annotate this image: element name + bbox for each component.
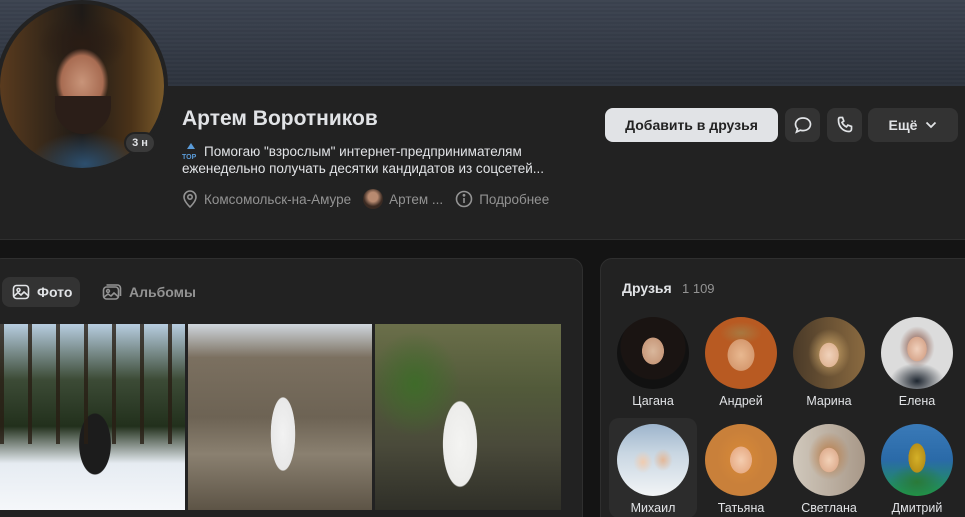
top-arrow-icon: TOP bbox=[182, 143, 200, 161]
online-badge: 3 н bbox=[124, 132, 156, 154]
friend-item[interactable]: Цагана bbox=[609, 317, 697, 417]
photo-detail bbox=[0, 324, 185, 444]
friend-avatar bbox=[617, 424, 689, 496]
status-line-1: Помогаю "взрослым" интернет-предпринимат… bbox=[204, 144, 522, 159]
friend-item[interactable]: Елена bbox=[873, 317, 961, 417]
phone-icon bbox=[837, 116, 852, 133]
friends-title[interactable]: Друзья bbox=[622, 280, 672, 296]
friend-item[interactable]: Татьяна bbox=[697, 424, 785, 517]
friend-avatar bbox=[705, 424, 777, 496]
linked-profile-item[interactable]: Артем ... bbox=[363, 189, 443, 209]
location-pin-icon bbox=[183, 190, 197, 208]
friend-item[interactable]: Дмитрий bbox=[873, 424, 961, 517]
friend-name: Елена bbox=[898, 394, 936, 408]
profile-meta: Комсомольск-на-Амуре Артем ... Подробнее bbox=[182, 189, 561, 209]
friends-count: 1 109 bbox=[682, 281, 715, 296]
tab-albums-label: Альбомы bbox=[129, 284, 196, 300]
more-info-text: Подробнее bbox=[479, 191, 550, 207]
status-line-2: еженедельно получать десятки кандидатов … bbox=[182, 161, 545, 176]
info-icon bbox=[455, 190, 473, 208]
friend-name: Светлана bbox=[801, 501, 857, 515]
friend-name: Андрей bbox=[719, 394, 763, 408]
profile-status: TOP Помогаю "взрослым" интернет-предприн… bbox=[182, 143, 582, 177]
friend-avatar bbox=[881, 317, 953, 389]
location-item[interactable]: Комсомольск-на-Амуре bbox=[182, 190, 351, 208]
friend-name: Цагана bbox=[632, 394, 674, 408]
albums-icon bbox=[102, 284, 122, 300]
avatar-detail bbox=[55, 96, 111, 134]
photo-icon bbox=[12, 284, 30, 300]
message-button[interactable] bbox=[785, 108, 820, 142]
tab-albums[interactable]: Альбомы bbox=[92, 277, 204, 307]
friend-avatar bbox=[793, 424, 865, 496]
friend-item[interactable]: Светлана bbox=[785, 424, 873, 517]
linked-avatar bbox=[363, 189, 384, 209]
friend-item[interactable]: Марина bbox=[785, 317, 873, 417]
photo-thumbnail[interactable] bbox=[188, 324, 372, 510]
more-info-link[interactable]: Подробнее bbox=[455, 190, 549, 208]
more-label: Ещё bbox=[888, 117, 918, 133]
friend-item[interactable]: Михаил bbox=[609, 418, 697, 517]
friend-name: Михаил bbox=[630, 501, 676, 515]
more-button[interactable]: Ещё bbox=[868, 108, 958, 142]
friend-avatar bbox=[617, 317, 689, 389]
add-friend-button[interactable]: Добавить в друзья bbox=[605, 108, 778, 142]
friend-name: Татьяна bbox=[717, 501, 765, 515]
tab-photos-label: Фото bbox=[37, 284, 73, 300]
location-text: Комсомольск-на-Амуре bbox=[204, 191, 352, 207]
linked-name: Артем ... bbox=[389, 191, 444, 207]
friend-item[interactable]: Андрей bbox=[697, 317, 785, 417]
friend-avatar bbox=[705, 317, 777, 389]
tab-photos[interactable]: Фото bbox=[2, 277, 81, 307]
photo-thumbnail[interactable] bbox=[0, 324, 185, 510]
call-button[interactable] bbox=[827, 108, 862, 142]
friend-name: Марина bbox=[806, 394, 852, 408]
chevron-down-icon bbox=[926, 121, 937, 129]
profile-name: Артем Воротников bbox=[182, 107, 378, 130]
friend-avatar bbox=[881, 424, 953, 496]
friend-avatar bbox=[793, 317, 865, 389]
photo-thumbnail[interactable] bbox=[375, 324, 561, 510]
message-icon bbox=[794, 117, 811, 134]
friend-name: Дмитрий bbox=[891, 501, 943, 515]
